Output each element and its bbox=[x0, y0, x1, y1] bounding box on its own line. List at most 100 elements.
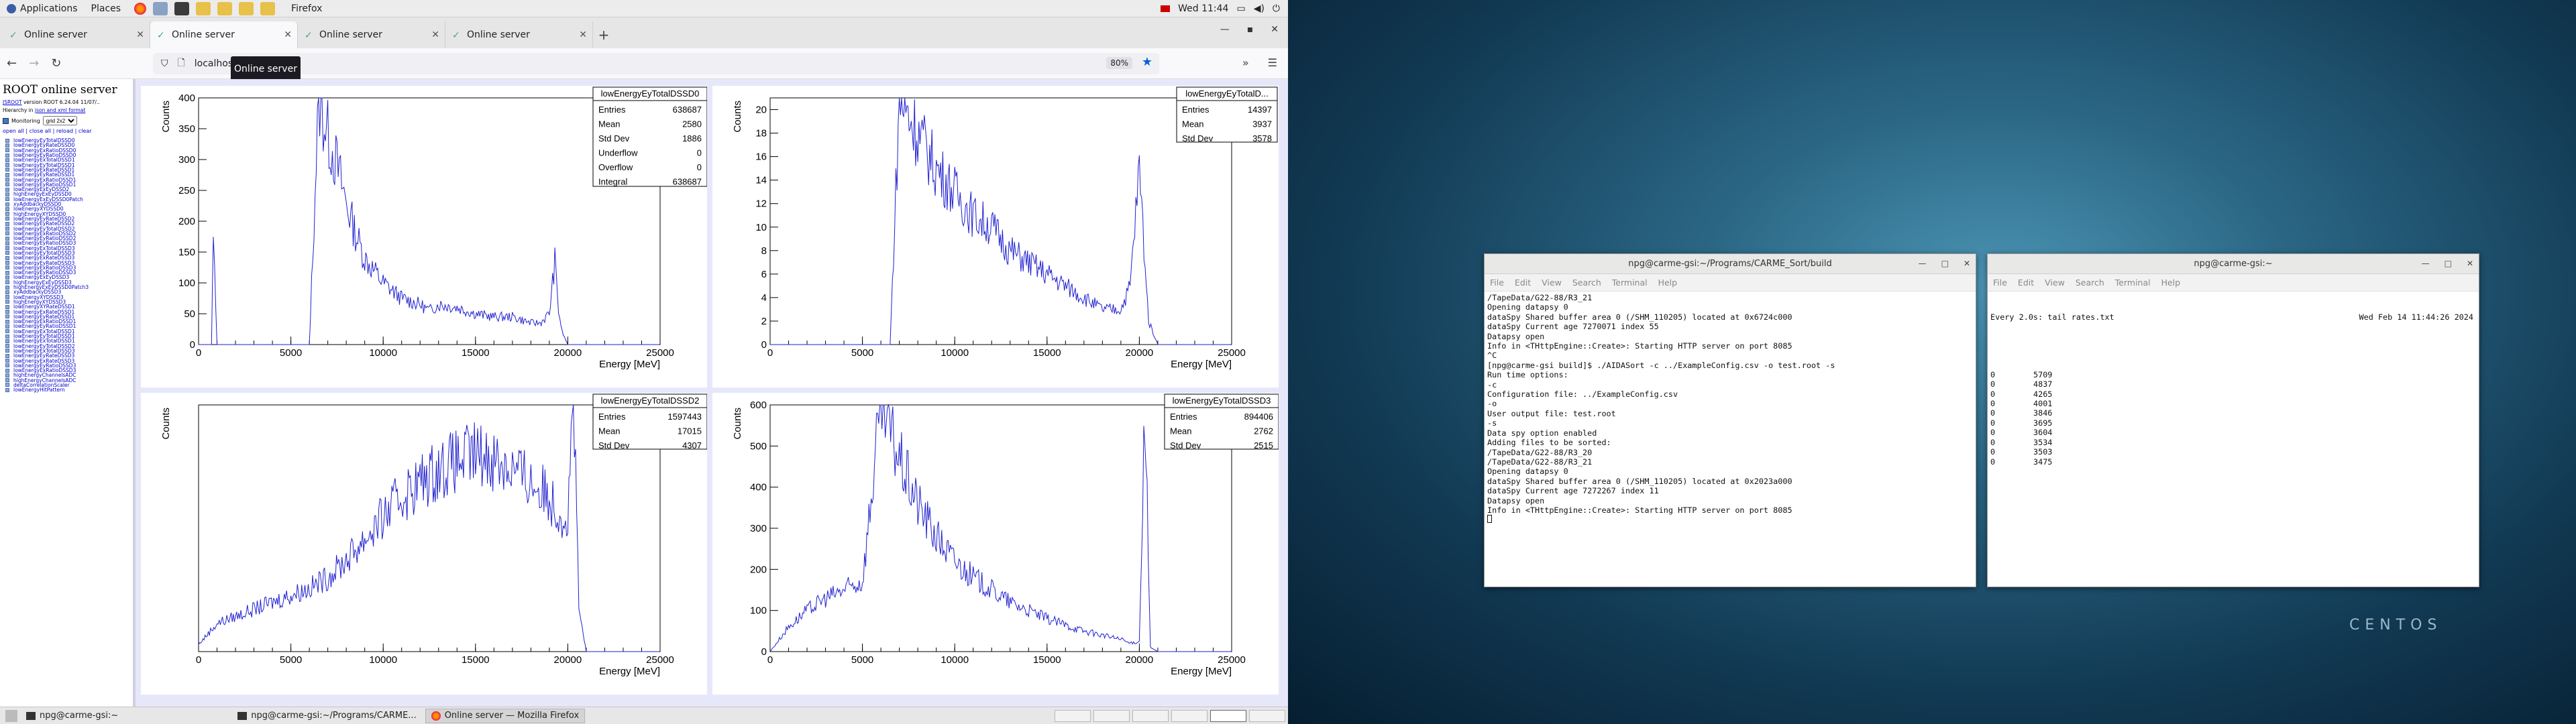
minimize-icon[interactable]: — bbox=[2422, 259, 2430, 268]
histogram-icon bbox=[5, 319, 9, 324]
tree-actions[interactable]: open all | close all | reload | clear bbox=[3, 128, 131, 134]
applications-menu[interactable]: Applications bbox=[0, 3, 85, 14]
places-menu[interactable]: Places bbox=[85, 3, 128, 14]
stats-title: lowEnergyEyTotalDSSD3 bbox=[1173, 396, 1271, 406]
zoom-level[interactable]: 80% bbox=[1106, 57, 1132, 69]
workspace-2[interactable] bbox=[1093, 709, 1130, 722]
histogram-icon bbox=[5, 334, 9, 339]
hamburger-menu-icon[interactable]: ☰ bbox=[1268, 56, 1277, 69]
menu-help[interactable]: Help bbox=[2161, 278, 2181, 288]
close-tab-icon[interactable]: ✕ bbox=[284, 29, 292, 40]
tab-online-server-1[interactable]: ✓ Online server ✕ bbox=[3, 21, 150, 48]
histogram-canvas[interactable]: 0 5000 10000 15000 20000 25000 0 100 200 300 400 50… bbox=[712, 393, 1279, 695]
close-tab-icon[interactable]: ✕ bbox=[579, 29, 587, 40]
minimize-icon[interactable]: — bbox=[1220, 24, 1230, 35]
monitoring-checkbox[interactable] bbox=[3, 117, 9, 124]
terminal-line: Data spy option enabled bbox=[1487, 428, 1597, 438]
menu-file[interactable]: File bbox=[1993, 278, 2007, 288]
tab-online-server-2[interactable]: ✓ Online server ✕ bbox=[150, 21, 298, 48]
app-launcher-icon-1[interactable] bbox=[196, 1, 211, 15]
terminal-output[interactable]: /TapeData/G22-88/R3_21 Opening datapsy 0d… bbox=[1485, 292, 1976, 524]
menu-view[interactable]: View bbox=[2045, 278, 2065, 288]
menu-help[interactable]: Help bbox=[1658, 278, 1678, 288]
y-tick-label: 300 bbox=[178, 154, 195, 166]
app-launcher-icon-4[interactable] bbox=[260, 1, 276, 15]
terminal-cursor bbox=[1487, 515, 1492, 524]
workspace-3[interactable] bbox=[1132, 709, 1169, 722]
stats-key: Mean bbox=[1170, 426, 1192, 436]
y-tick-label: 600 bbox=[750, 400, 767, 411]
app-launcher-icon-3[interactable] bbox=[239, 1, 254, 15]
menu-edit[interactable]: Edit bbox=[1515, 278, 1531, 288]
files-launcher-icon[interactable] bbox=[153, 1, 168, 15]
terminal-titlebar[interactable]: npg@carme-gsi:~/Programs/CARME_Sort/buil… bbox=[1485, 254, 1976, 274]
rate-value: 4001 bbox=[2033, 399, 2053, 409]
quick-launchers bbox=[127, 1, 284, 15]
tree-item[interactable]: lowEnergyHitPattern bbox=[3, 387, 131, 393]
y-tick-label: 2 bbox=[761, 316, 767, 327]
minimize-icon[interactable]: — bbox=[1919, 259, 1927, 268]
y-tick-label: 150 bbox=[178, 247, 195, 258]
stats-value: 638687 bbox=[673, 177, 702, 187]
workspace-4[interactable] bbox=[1171, 709, 1208, 722]
histogram-canvas[interactable]: 0 5000 10000 15000 20000 25000Energy [MeV] Cou… bbox=[141, 393, 707, 695]
workspace-1[interactable] bbox=[1055, 709, 1091, 722]
taskbar-terminal-build[interactable]: npg@carme-gsi:~/Programs/CARME... bbox=[231, 709, 422, 723]
menu-file[interactable]: File bbox=[1490, 278, 1504, 288]
network-icon[interactable]: ▭ bbox=[1236, 3, 1245, 14]
maximize-icon[interactable]: □ bbox=[1941, 259, 1949, 268]
power-icon[interactable]: ⏻ bbox=[1273, 3, 1280, 14]
app-launcher-icon-2[interactable] bbox=[217, 1, 233, 15]
tab-online-server-4[interactable]: ✓ Online server ✕ bbox=[445, 21, 593, 48]
workspace-6[interactable] bbox=[1249, 709, 1285, 722]
histogram-canvas[interactable]: 0 5000 10000 15000 20000 25000050100150200250… bbox=[141, 86, 707, 387]
url-bar[interactable]: ⛉ 🗋 localhost 80% ★ bbox=[153, 53, 1159, 74]
terminal-output[interactable]: Every 2.0s: tail rates.txt Wed Feb 14 11:… bbox=[1988, 292, 2479, 487]
menu-terminal[interactable]: Terminal bbox=[2115, 278, 2151, 288]
menu-view[interactable]: View bbox=[1542, 278, 1562, 288]
volume-icon[interactable]: ◀) bbox=[1254, 3, 1265, 14]
back-icon[interactable]: ← bbox=[7, 56, 17, 70]
close-tab-icon[interactable]: ✕ bbox=[431, 29, 439, 40]
menu-search[interactable]: Search bbox=[2076, 278, 2104, 288]
reload-icon[interactable]: ↻ bbox=[51, 56, 61, 70]
close-window-icon[interactable]: ✕ bbox=[1271, 24, 1279, 35]
close-icon[interactable]: ✕ bbox=[2467, 259, 2473, 268]
rates-row: 0 3604 bbox=[1990, 428, 2476, 437]
rate-index: 0 bbox=[1990, 408, 1996, 418]
taskbar-terminal-home[interactable]: npg@carme-gsi:~ bbox=[20, 709, 124, 723]
close-tab-icon[interactable]: ✕ bbox=[136, 29, 144, 40]
firefox-launcher-icon[interactable] bbox=[134, 2, 147, 15]
clock[interactable]: Wed 11:44 bbox=[1178, 3, 1228, 14]
close-icon[interactable]: ✕ bbox=[1964, 259, 1970, 268]
overflow-icon[interactable]: » bbox=[1242, 56, 1249, 69]
tab-online-server-3[interactable]: ✓ Online server ✕ bbox=[298, 21, 445, 48]
x-tick-label: 0 bbox=[767, 347, 773, 359]
taskbar-firefox[interactable]: Online server — Mozilla Firefox bbox=[425, 708, 586, 723]
y-tick-label: 400 bbox=[178, 93, 195, 104]
version-text: JSROOT version ROOT 6.24.04 11/07/.. bbox=[3, 99, 100, 105]
histogram-canvas[interactable]: 0 5000 10000 15000 20000 25000 0 2 4 6 8 10 12 14 16 18… bbox=[712, 86, 1279, 387]
x-tick-label: 10000 bbox=[941, 347, 969, 359]
terminal-window-home[interactable]: npg@carme-gsi:~ — □ ✕ File Edit View Searc… bbox=[1987, 253, 2479, 587]
forward-icon[interactable]: → bbox=[29, 56, 39, 70]
terminal-launcher-icon[interactable] bbox=[174, 1, 190, 15]
menu-terminal[interactable]: Terminal bbox=[1612, 278, 1648, 288]
sidebar-resize-handle[interactable] bbox=[133, 79, 136, 707]
show-desktop-icon[interactable] bbox=[5, 709, 17, 722]
menu-search[interactable]: Search bbox=[1572, 278, 1601, 288]
terminal-window-build[interactable]: npg@carme-gsi:~/Programs/CARME_Sort/buil… bbox=[1484, 253, 1976, 587]
terminal-titlebar[interactable]: npg@carme-gsi:~ — □ ✕ bbox=[1988, 254, 2479, 274]
shield-icon[interactable]: ⛉ bbox=[161, 58, 168, 69]
layout-select[interactable]: grid 2x2 bbox=[42, 116, 77, 125]
stats-value: 0 bbox=[697, 162, 702, 172]
x-tick-label: 20000 bbox=[1126, 654, 1154, 666]
menu-edit[interactable]: Edit bbox=[2018, 278, 2034, 288]
new-tab-button[interactable]: + bbox=[593, 21, 614, 48]
stats-value: 894406 bbox=[1244, 412, 1273, 422]
rate-value: 4837 bbox=[2033, 379, 2053, 389]
bookmark-star-icon[interactable]: ★ bbox=[1142, 55, 1152, 69]
workspace-5[interactable] bbox=[1210, 709, 1246, 722]
maximize-icon[interactable]: ▪ bbox=[1247, 24, 1254, 35]
maximize-icon[interactable]: □ bbox=[2445, 259, 2452, 268]
